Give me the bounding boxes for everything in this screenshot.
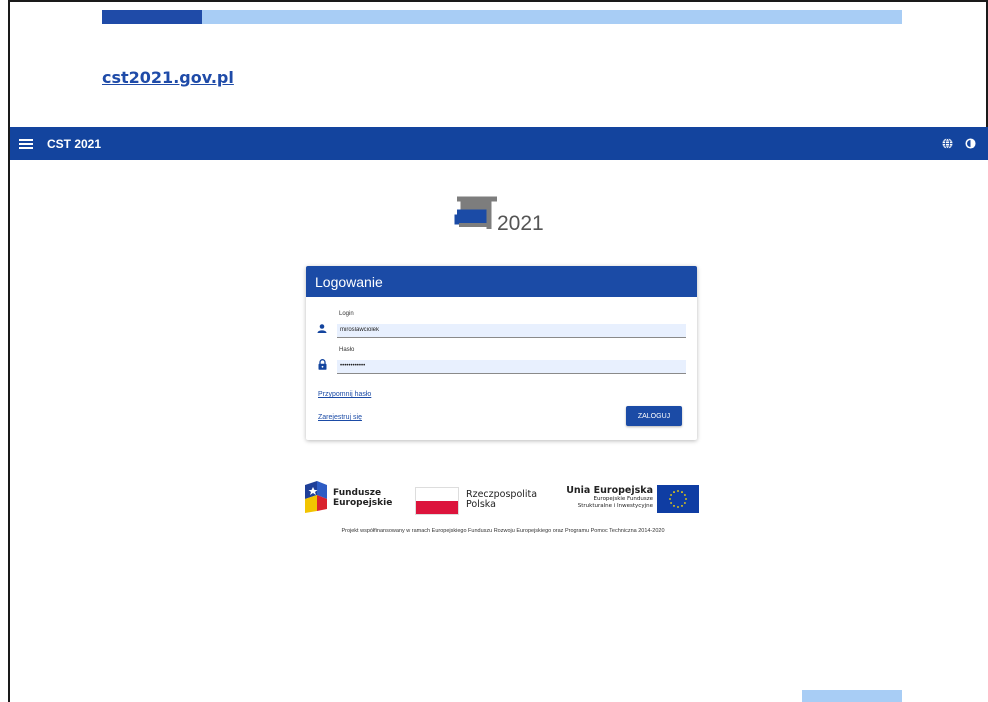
lock-icon [316,359,328,371]
eu-star [670,494,672,496]
eu-star [677,506,679,508]
site-link[interactable]: cst2021.gov.pl [102,68,234,87]
password-input[interactable] [337,359,686,374]
contrast-icon[interactable] [964,138,976,150]
eu-star [685,498,687,500]
password-field-row: Hasło [316,347,686,374]
login-card-header: Logowanie [306,266,697,297]
eu-flag [657,485,699,513]
slide-top-border [0,0,988,2]
eu-star [684,502,686,504]
rp-line-2: Polska [466,499,496,510]
eu-title: Unia Europejska [566,485,653,496]
app-title: CST 2021 [47,136,102,151]
logo-year: 2021 [497,212,544,235]
eu-star [673,505,675,507]
menu-icon[interactable] [19,138,33,149]
password-label: Hasło [339,347,355,353]
funding-footnote: Projekt współfinansowany w ramach Europe… [341,528,665,534]
decor-bar-light [202,10,902,24]
header-actions [941,138,976,150]
decor-bar-dark [102,10,202,24]
eu-star [681,491,683,493]
slide-left-border [0,0,10,702]
fe-line-2: Europejskie [333,498,393,508]
eu-star [673,491,675,493]
register-link[interactable]: Zarejestruj się [318,414,362,421]
fundusze-europejskie-logo: Fundusze Europejskie [303,479,403,515]
login-field-row: Login [316,311,686,338]
login-card: Logowanie Login Hasło Przypomnij hasło Z… [306,266,697,440]
cst2021-logo: 2021 [453,193,545,237]
login-button[interactable]: ZALOGUJ [626,406,682,426]
eu-star [669,498,671,500]
eu-star [684,494,686,496]
person-icon [316,323,328,335]
eu-star [677,490,679,492]
login-input[interactable] [337,323,686,338]
eu-star [670,502,672,504]
eu-sub-2: Strukturalne i Inwestycyjne [577,503,653,509]
fe-line-1: Fundusze [333,488,382,498]
funding-logos: Fundusze Europejskie Rzeczpospolita Pols… [303,477,703,517]
eu-sub-1: Europejskie Fundusze [593,496,653,502]
forgot-password-link[interactable]: Przypomnij hasło [318,391,371,398]
eu-star [681,505,683,507]
decor-bar-bottom [802,690,902,702]
globe-icon[interactable] [941,138,953,150]
poland-flag [415,487,459,515]
app-header: CST 2021 [10,127,988,160]
login-label: Login [339,311,354,317]
